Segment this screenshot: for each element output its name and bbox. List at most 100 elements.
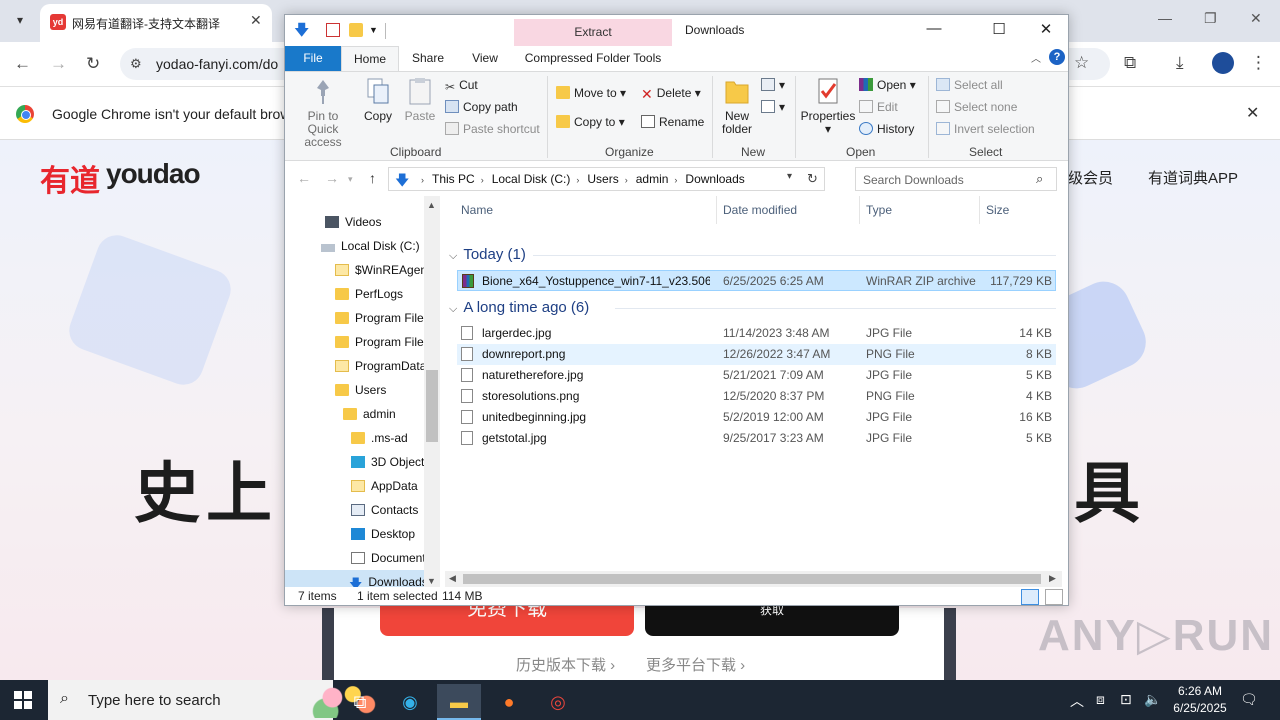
scroll-down-arrow-icon[interactable]: ▼ <box>427 576 436 586</box>
back-arrow-icon[interactable]: ← <box>297 170 311 186</box>
maximize-icon[interactable]: ☐ <box>979 20 1019 38</box>
nav-item-program-files[interactable]: Program Files <box>335 306 430 330</box>
store-download-button[interactable]: 获取 <box>645 604 899 636</box>
file-row[interactable]: unitedbeginning.jpg 5/2/2019 12:00 AM JP… <box>457 407 1056 428</box>
breadcrumb-separator-icon[interactable]: › <box>481 175 484 185</box>
nav-item-videos[interactable]: Videos <box>325 210 381 234</box>
nav-item-desktop[interactable]: Desktop <box>351 522 415 546</box>
tab-home[interactable]: Home <box>341 46 399 71</box>
easy-access-button[interactable]: ▾ <box>761 100 785 114</box>
breadcrumb-separator-icon[interactable]: › <box>576 175 579 185</box>
breadcrumb-separator-icon[interactable]: › <box>674 175 677 185</box>
copy-path-button[interactable]: Copy path <box>445 100 518 114</box>
file-explorer-icon[interactable]: ▬ <box>437 684 481 720</box>
column-header-type[interactable]: Type <box>860 196 980 224</box>
quick-access-download-icon[interactable]: 🡇 <box>294 20 309 39</box>
customize-toolbar-chevron-icon[interactable]: ▼ <box>369 25 383 39</box>
scroll-up-arrow-icon[interactable]: ▲ <box>427 200 436 210</box>
nav-item-program-files-x86[interactable]: Program Files <box>335 330 430 354</box>
show-hidden-icons-chevron-icon[interactable]: ︿ <box>1070 691 1084 711</box>
nav-item-documents[interactable]: Documents <box>351 546 432 570</box>
select-all-button[interactable]: Select all <box>936 78 1003 92</box>
chrome-icon[interactable]: ◎ <box>536 684 580 720</box>
copy-button[interactable]: Copy <box>361 76 395 123</box>
back-icon[interactable]: ← <box>14 54 31 74</box>
paste-shortcut-button[interactable]: Paste shortcut <box>445 122 540 136</box>
cut-button[interactable]: ✂ Cut <box>445 78 478 94</box>
profile-avatar[interactable] <box>1212 52 1234 74</box>
tab-close-icon[interactable]: ✕ <box>250 12 262 29</box>
download-icon[interactable]: ⤓ <box>1176 53 1184 73</box>
ribbon-collapse-icon[interactable]: ︿ <box>1031 50 1041 65</box>
nav-item-appdata[interactable]: AppData <box>351 474 418 498</box>
breadcrumb-users[interactable]: Users <box>587 172 618 186</box>
history-button[interactable]: History <box>859 122 914 136</box>
firefox-icon[interactable]: ● <box>487 684 531 720</box>
close-icon[interactable]: ✕ <box>1026 20 1066 38</box>
edge-icon[interactable]: ◉ <box>388 684 432 720</box>
taskbar-search-box[interactable]: ⌕ Type here to search <box>48 680 380 720</box>
tab-search-chevron-icon[interactable]: ▾ <box>8 8 32 32</box>
forward-arrow-icon[interactable]: → <box>325 170 339 186</box>
system-clock[interactable]: 6:26 AM 6/25/2025 <box>1160 683 1240 717</box>
properties-button[interactable]: Properties ▾ <box>800 76 856 136</box>
nav-member-link[interactable]: 级会员 <box>1068 167 1113 188</box>
volume-icon[interactable]: 🔈 <box>1144 691 1161 708</box>
horizontal-scrollbar[interactable]: ◀ ▶ <box>445 571 1062 587</box>
group-header-today[interactable]: ⌵ Today (1) <box>449 246 526 263</box>
file-row[interactable]: largerdec.jpg 11/14/2023 3:48 AM JPG Fil… <box>457 323 1056 344</box>
group-collapse-chevron-icon[interactable]: ⌵ <box>449 250 457 262</box>
new-folder-button[interactable]: New folder <box>717 76 757 136</box>
youdao-logo[interactable]: 有道 <box>40 156 100 200</box>
select-none-button[interactable]: Select none <box>936 100 1017 114</box>
network-icon[interactable]: ⊡ <box>1120 691 1132 708</box>
breadcrumb-downloads[interactable]: Downloads <box>685 172 744 186</box>
chrome-restore-icon[interactable]: ❐ <box>1204 10 1217 27</box>
nav-app-link[interactable]: 有道词典APP <box>1148 167 1238 188</box>
move-to-button[interactable]: Move to ▾ <box>556 86 626 100</box>
tab-share[interactable]: Share <box>407 46 449 71</box>
infobar-close-icon[interactable]: ✕ <box>1246 103 1259 123</box>
windows-start-icon[interactable] <box>14 691 32 709</box>
minimize-icon[interactable]: — <box>914 20 954 37</box>
search-icon[interactable]: ⌕ <box>1036 171 1043 187</box>
file-row[interactable]: getstotal.jpg 9/25/2017 3:23 AM JPG File… <box>457 428 1056 449</box>
chrome-minimize-icon[interactable]: — <box>1158 10 1172 26</box>
site-info-icon[interactable]: ⚙ <box>130 56 142 72</box>
forward-icon[interactable]: → <box>50 54 67 74</box>
breadcrumb-separator-icon[interactable]: › <box>625 175 628 185</box>
new-item-button[interactable]: ▾ <box>761 78 785 92</box>
nav-item-programdata[interactable]: ProgramData <box>335 354 426 378</box>
chrome-menu-icon[interactable]: ⋮ <box>1250 53 1267 73</box>
tab-file[interactable]: File <box>285 46 341 71</box>
file-row[interactable]: Bione_x64_Yostuppence_win7-11_v23.506...… <box>457 270 1056 291</box>
reload-icon[interactable]: ↻ <box>86 54 100 74</box>
bookmark-star-icon[interactable]: ☆ <box>1074 53 1089 73</box>
tab-compressed-folder-tools[interactable]: Compressed Folder Tools <box>514 46 672 71</box>
notifications-icon[interactable]: 🗨 <box>1240 691 1258 708</box>
pin-quick-access-button[interactable]: Pin to Quick access <box>291 76 355 149</box>
breadcrumb-this-pc[interactable]: This PC <box>432 172 475 186</box>
paste-button[interactable]: Paste <box>402 76 438 123</box>
scrollbar-thumb[interactable] <box>463 574 1041 584</box>
column-header-size[interactable]: Size <box>980 196 1060 224</box>
nav-item-3d-objects[interactable]: 3D Objects <box>351 450 430 474</box>
breadcrumb-local-disk[interactable]: Local Disk (C:) <box>492 172 571 186</box>
group-header-long-ago[interactable]: ⌵ A long time ago (6) <box>449 299 589 316</box>
scroll-right-arrow-icon[interactable]: ▶ <box>1049 573 1056 584</box>
group-collapse-chevron-icon[interactable]: ⌵ <box>449 303 457 315</box>
extensions-icon[interactable]: ⧉ <box>1124 53 1136 73</box>
free-download-button[interactable]: 免费下载 <box>380 599 634 636</box>
nav-item-contacts[interactable]: Contacts <box>351 498 418 522</box>
meet-now-icon[interactable]: ⧈ <box>1096 691 1105 708</box>
file-row[interactable]: naturetherefore.jpg 5/21/2021 7:09 AM JP… <box>457 365 1056 386</box>
open-button[interactable]: Open ▾ <box>859 78 916 92</box>
edit-button[interactable]: Edit <box>859 100 898 114</box>
large-icons-view-icon[interactable] <box>1045 589 1063 605</box>
task-view-icon[interactable]: ⧉ <box>338 684 382 720</box>
nav-item-users[interactable]: Users <box>335 378 386 402</box>
nav-item-perflogs[interactable]: PerfLogs <box>335 282 403 306</box>
copy-to-button[interactable]: Copy to ▾ <box>556 115 625 129</box>
refresh-icon[interactable]: ↻ <box>807 171 818 187</box>
help-icon[interactable]: ? <box>1049 49 1065 65</box>
